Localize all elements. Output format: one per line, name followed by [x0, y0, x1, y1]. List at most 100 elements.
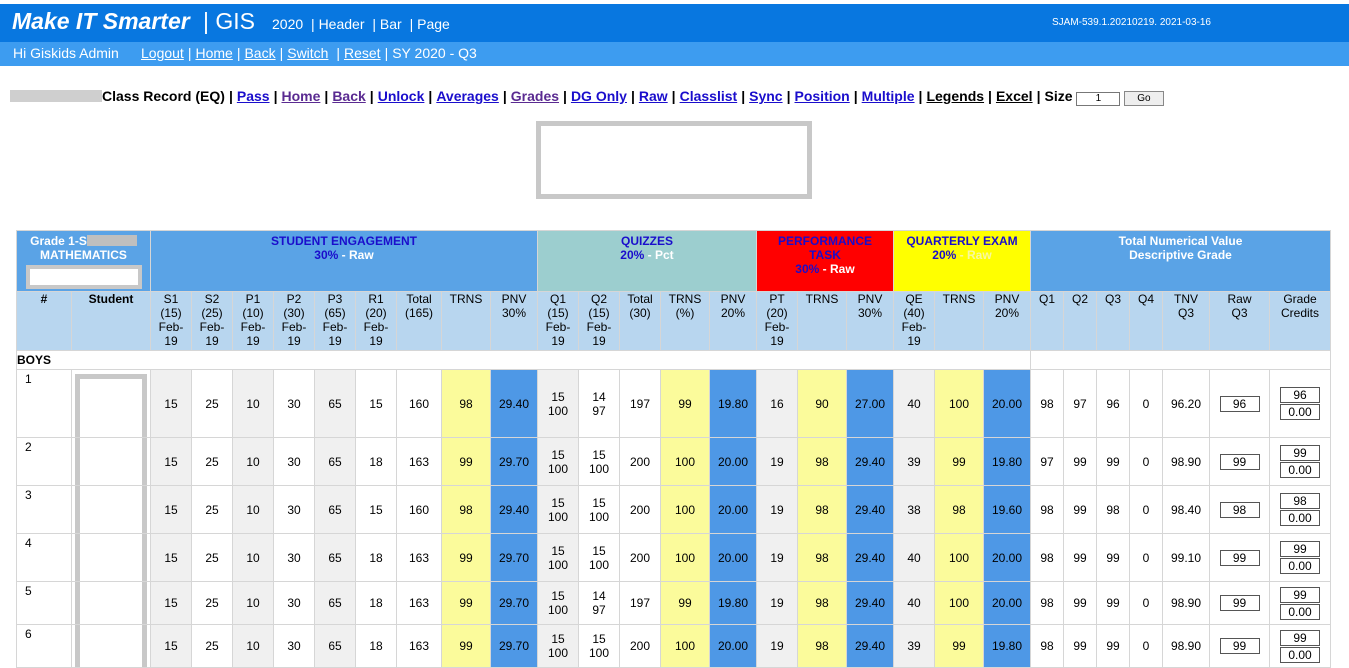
position-link[interactable]: Position: [795, 88, 850, 104]
credits-input[interactable]: 0.00: [1280, 404, 1320, 420]
raw-grade-input[interactable]: 99: [1219, 595, 1260, 611]
engagement-score: 65: [314, 437, 356, 486]
quarter-grade: 99.10: [1162, 533, 1210, 582]
quiz-score: 15 100: [537, 437, 579, 486]
grade-input[interactable]: 99: [1280, 445, 1320, 461]
averages-link[interactable]: Averages: [436, 88, 499, 104]
performance-task-pct[interactable]: 30%: [795, 262, 819, 276]
exam-score: 20.00: [983, 533, 1031, 582]
sync-link[interactable]: Sync: [749, 88, 782, 104]
quarterly-exam-link[interactable]: QUARTERLY EXAM: [906, 234, 1017, 248]
classlist-link[interactable]: Classlist: [680, 88, 738, 104]
engagement-score: 99: [441, 624, 491, 668]
switch-link[interactable]: Switch: [287, 45, 328, 61]
legends-link[interactable]: Legends: [926, 88, 984, 104]
dg-only-link[interactable]: DG Only: [571, 88, 627, 104]
logout-link[interactable]: Logout: [141, 45, 184, 61]
credits-input[interactable]: 0.00: [1280, 462, 1320, 478]
quarter-grade: 99: [1096, 533, 1130, 582]
student-engagement-link[interactable]: STUDENT ENGAGEMENT: [271, 234, 417, 248]
student-rows: 1 15 25 10 30 65 15 160 98 29.40 15 100 14 97 197 99 1…: [16, 369, 1331, 668]
grade-credits-cell: 96 0.00: [1269, 369, 1331, 438]
app-header: Make IT Smarter | GIS 2020 | Header | Ba…: [0, 4, 1349, 42]
class-record-toolbar: Class Record (EQ) | Pass | Home | Back | Unlock |…: [10, 88, 1164, 106]
grades-link[interactable]: Grades: [511, 88, 559, 104]
quarter-grade: 0: [1129, 485, 1163, 534]
engagement-score: 65: [314, 581, 356, 625]
go-button[interactable]: Go: [1124, 91, 1164, 106]
performance-score: 98: [797, 581, 847, 625]
performance-task-link[interactable]: PERFORMANCE TASK: [778, 234, 872, 262]
raw-grade-input[interactable]: 98: [1219, 501, 1260, 518]
column-header: Q4: [1129, 291, 1163, 351]
grade-input[interactable]: 99: [1280, 629, 1320, 646]
grade-input[interactable]: 98: [1280, 493, 1320, 509]
raw-grade-input[interactable]: 99: [1219, 453, 1260, 470]
toolbar-home-link[interactable]: Home: [281, 88, 320, 104]
grade-input[interactable]: 99: [1280, 541, 1320, 557]
row-number: 5: [16, 581, 72, 625]
reset-link[interactable]: Reset: [344, 45, 381, 61]
credits-input[interactable]: 0.00: [1280, 510, 1320, 526]
quiz-score: 20.00: [709, 485, 757, 534]
header-link-page[interactable]: | Page: [410, 16, 450, 32]
pass-link[interactable]: Pass: [237, 88, 270, 104]
engagement-score: 25: [191, 581, 233, 625]
grade-input[interactable]: 99: [1280, 586, 1320, 603]
toolbar-back-link[interactable]: Back: [332, 88, 365, 104]
unlock-link[interactable]: Unlock: [378, 88, 425, 104]
brand-logo-text[interactable]: Make IT Smarter: [12, 8, 190, 35]
raw-grade-input[interactable]: 96: [1219, 395, 1260, 412]
header-link-header[interactable]: | Header: [311, 16, 364, 32]
exam-score: 99: [934, 624, 984, 668]
quarter-grade: 97: [1063, 369, 1097, 438]
performance-score: 29.40: [846, 485, 894, 534]
header-links: 2020 | Header | Bar | Page: [272, 16, 454, 32]
class-record-table: Grade 1-S MATHEMATICS STUDENT ENGAGEMENT…: [16, 230, 1331, 668]
size-input[interactable]: [1076, 91, 1121, 106]
student-name-cell[interactable]: [71, 533, 151, 582]
credits-input[interactable]: 0.00: [1280, 603, 1320, 620]
column-header: Q2 (15) Feb- 19: [578, 291, 620, 351]
exam-score: 38: [893, 485, 935, 534]
quarterly-exam-pct[interactable]: 20%: [932, 248, 956, 262]
column-header: TRNS: [797, 291, 847, 351]
column-header: PNV 30%: [490, 291, 538, 351]
redacted-student-name: [75, 486, 147, 533]
student-name-cell[interactable]: [71, 437, 151, 486]
student-engagement-pct[interactable]: 30%: [314, 248, 338, 262]
student-name-cell[interactable]: [71, 581, 151, 625]
toolbar-title: Class Record (EQ): [102, 88, 225, 104]
row-number: 6: [16, 624, 72, 668]
student-name-cell[interactable]: [71, 369, 151, 438]
credits-input[interactable]: 0.00: [1280, 558, 1320, 574]
quiz-score: 197: [619, 369, 661, 438]
raw-link[interactable]: Raw: [639, 88, 668, 104]
student-name-cell[interactable]: [71, 624, 151, 668]
raw-grade-input[interactable]: 99: [1219, 638, 1260, 654]
column-header: S2 (25) Feb- 19: [191, 291, 233, 351]
quizzes-pct[interactable]: 20%: [620, 248, 644, 262]
student-engagement-group: STUDENT ENGAGEMENT 30% - Raw: [150, 230, 538, 292]
excel-link[interactable]: Excel: [996, 88, 1033, 104]
raw-grade-input[interactable]: 99: [1219, 549, 1260, 566]
quarter-grade: 98.90: [1162, 581, 1210, 625]
exam-score: 100: [934, 369, 984, 438]
quiz-score: 20.00: [709, 533, 757, 582]
student-name-cell[interactable]: [71, 485, 151, 534]
performance-score: 98: [797, 624, 847, 668]
home-link[interactable]: Home: [195, 45, 232, 61]
grade-input[interactable]: 96: [1280, 387, 1320, 403]
engagement-score: 15: [150, 624, 192, 668]
exam-score: 100: [934, 581, 984, 625]
back-link[interactable]: Back: [244, 45, 275, 61]
table-row: 6 15 25 10 30 65 18 163 99 29.70 15 100 15 100 200 10…: [16, 624, 1331, 668]
total-group: Total Numerical Value Descriptive Grade: [1030, 230, 1331, 292]
grade-credits-cell: 99 0.00: [1269, 533, 1331, 582]
header-link-bar[interactable]: | Bar: [372, 16, 401, 32]
engagement-score: 10: [232, 624, 274, 668]
quizzes-link[interactable]: QUIZZES: [621, 234, 673, 248]
engagement-score: 163: [396, 533, 442, 582]
credits-input[interactable]: 0.00: [1280, 646, 1320, 663]
multiple-link[interactable]: Multiple: [862, 88, 915, 104]
